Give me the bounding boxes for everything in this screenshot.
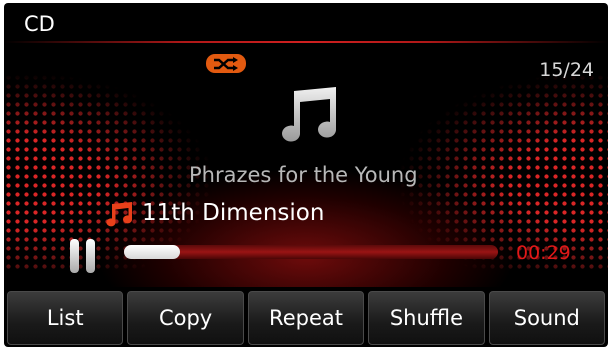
copy-button[interactable]: Copy — [127, 291, 244, 345]
elapsed-time: 00:29 — [516, 242, 571, 264]
dot-pattern-left — [4, 73, 214, 273]
sound-button[interactable]: Sound — [488, 291, 606, 345]
progress-bar[interactable] — [124, 245, 498, 259]
track-count: 15/24 — [539, 59, 594, 81]
progress-fill — [124, 245, 181, 259]
song-row: 11th Dimension — [106, 199, 324, 227]
list-button[interactable]: List — [7, 291, 124, 345]
softkey-bar: List Copy Repeat Shuffle Sound — [4, 291, 608, 347]
pause-bar-right — [86, 239, 95, 273]
repeat-button[interactable]: Repeat — [247, 291, 365, 345]
song-note-icon — [106, 202, 133, 227]
pause-bar-left — [70, 239, 79, 273]
song-title: 11th Dimension — [142, 200, 325, 226]
pause-icon[interactable] — [70, 239, 98, 273]
shuffle-icon — [206, 54, 246, 73]
source-title: CD — [24, 12, 55, 36]
music-note-icon — [272, 85, 342, 145]
cd-player-screen: CD 15/24 Phrazes for the Young 11th Dime… — [4, 3, 608, 347]
header-divider — [4, 41, 608, 43]
shuffle-button[interactable]: Shuffle — [368, 291, 485, 345]
album-title: Phrazes for the Young — [189, 163, 418, 187]
